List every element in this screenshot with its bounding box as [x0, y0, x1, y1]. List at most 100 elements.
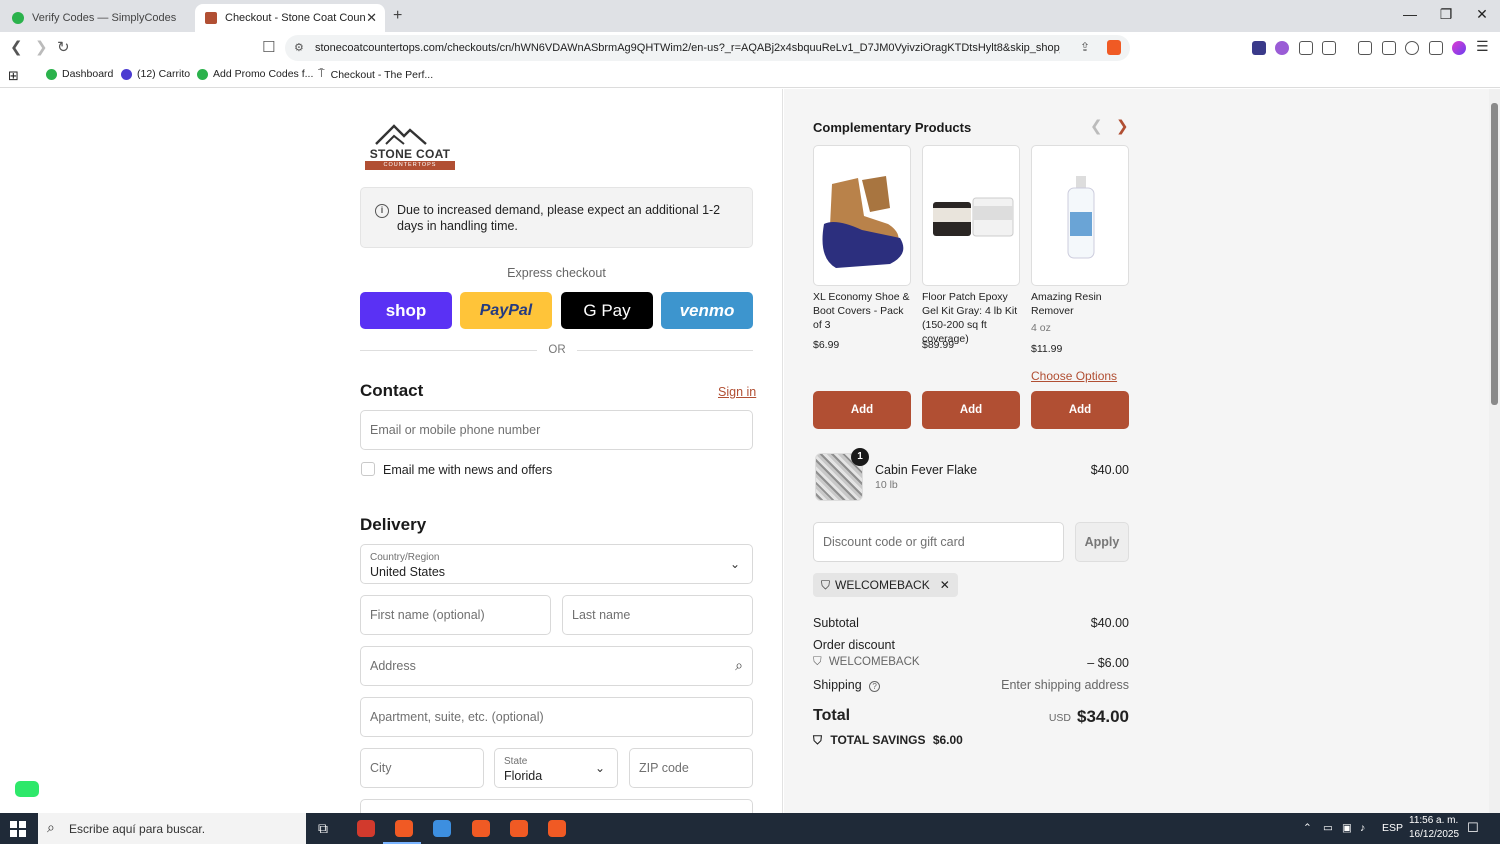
- discount-value: – $6.00: [1087, 656, 1129, 670]
- wallet-icon[interactable]: [1382, 41, 1396, 55]
- puzzle-icon[interactable]: [1299, 41, 1313, 55]
- newsletter-checkbox[interactable]: [361, 462, 375, 476]
- carousel-next-icon[interactable]: ❯: [1116, 117, 1129, 135]
- state-select[interactable]: State Florida ⌄: [494, 748, 618, 788]
- country-select[interactable]: Country/Region United States ⌄: [360, 544, 753, 584]
- bookmark-promo-codes[interactable]: Add Promo Codes f...: [197, 68, 313, 80]
- back-icon[interactable]: ❮: [10, 38, 23, 56]
- chat-widget-button[interactable]: [15, 781, 39, 797]
- phone-field[interactable]: [360, 799, 753, 813]
- mountain-logo-icon: [375, 124, 427, 145]
- apps-grid-icon[interactable]: ⊞: [8, 68, 19, 84]
- remove-discount-icon[interactable]: ✕: [940, 578, 950, 592]
- address-field[interactable]: ⌕: [360, 646, 753, 686]
- taskbar-search[interactable]: ⌕ Escribe aquí para buscar.: [38, 813, 306, 844]
- app-icon[interactable]: [433, 820, 451, 837]
- first-name-field[interactable]: [360, 595, 551, 635]
- last-name-input[interactable]: [563, 596, 752, 634]
- brave-icon[interactable]: [510, 820, 528, 837]
- zip-field[interactable]: [629, 748, 753, 788]
- page-scrollbar[interactable]: [1489, 89, 1500, 813]
- tray-expand-icon[interactable]: ⌃: [1303, 822, 1312, 834]
- language-indicator[interactable]: ESP: [1382, 822, 1403, 834]
- last-name-field[interactable]: [562, 595, 753, 635]
- stonecoat-logo[interactable]: STONE COAT COUNTERTOPS: [364, 122, 456, 172]
- bookmark-carrito[interactable]: (12) Carrito: [121, 68, 190, 80]
- windows-start-icon[interactable]: [10, 821, 26, 837]
- discount-field[interactable]: [813, 522, 1064, 562]
- google-pay-button[interactable]: G Pay: [561, 292, 653, 329]
- menu-icon[interactable]: ☰: [1476, 38, 1489, 55]
- scrollbar-thumb[interactable]: [1491, 103, 1498, 405]
- search-placeholder: Escribe aquí para buscar.: [69, 822, 206, 836]
- google-pay-label: G Pay: [583, 300, 631, 320]
- discount-input[interactable]: [814, 523, 1063, 561]
- sidebar-icon[interactable]: [1358, 41, 1372, 55]
- task-view-icon[interactable]: ⧉: [318, 820, 328, 837]
- cart-item-name: Cabin Fever Flake: [875, 463, 978, 477]
- brave-icon[interactable]: [548, 820, 566, 837]
- venmo-button[interactable]: venmo: [661, 292, 753, 329]
- applied-discount-tag: ⛉ WELCOMEBACK ✕: [813, 573, 958, 597]
- apply-button[interactable]: Apply: [1075, 522, 1129, 562]
- venmo-label: venmo: [679, 300, 735, 320]
- notifications-icon[interactable]: ☐: [1467, 820, 1479, 836]
- add-button[interactable]: Add: [922, 391, 1020, 429]
- minimize-icon[interactable]: —: [1400, 6, 1420, 22]
- product-card[interactable]: [1031, 145, 1129, 286]
- close-window-icon[interactable]: ✕: [1472, 6, 1492, 23]
- extension-icon[interactable]: [1252, 41, 1266, 55]
- site-info-icon[interactable]: ⚙: [294, 41, 304, 54]
- restore-icon[interactable]: ❐: [1436, 6, 1456, 23]
- paypal-button[interactable]: PayPal: [460, 292, 552, 329]
- brave-icon[interactable]: [395, 820, 413, 837]
- reload-icon[interactable]: ↻: [57, 38, 70, 56]
- brave-icon[interactable]: [472, 820, 490, 837]
- simplycodes-icon: [46, 68, 57, 80]
- product-card[interactable]: [813, 145, 911, 286]
- shop-pay-button[interactable]: shop: [360, 292, 452, 329]
- brave-shields-icon[interactable]: [1107, 40, 1121, 55]
- leo-ai-icon[interactable]: [1405, 41, 1419, 55]
- address-input[interactable]: [361, 647, 752, 685]
- bookmark-checkout[interactable]: ⍑ Checkout - The Perf...: [318, 68, 433, 81]
- bookmark-icon[interactable]: ☐: [262, 38, 275, 56]
- new-tab-icon[interactable]: +: [393, 7, 402, 25]
- app-icon[interactable]: [357, 820, 375, 837]
- product-card[interactable]: [922, 145, 1020, 286]
- email-field[interactable]: [360, 410, 753, 450]
- help-icon[interactable]: ?: [869, 681, 881, 692]
- email-input[interactable]: [361, 411, 752, 449]
- bookmark-label: Add Promo Codes f...: [213, 68, 314, 80]
- total-row: Total USD $34.00: [813, 707, 1129, 729]
- clock-time[interactable]: 11:56 a. m.: [1409, 815, 1458, 826]
- media-icon[interactable]: [1322, 41, 1336, 55]
- clock-date[interactable]: 16/12/2025: [1409, 829, 1459, 840]
- city-input[interactable]: [361, 749, 483, 787]
- add-button[interactable]: Add: [813, 391, 911, 429]
- apartment-input[interactable]: [361, 698, 752, 736]
- close-tab-icon[interactable]: ✕: [366, 10, 377, 26]
- profile-avatar[interactable]: [1452, 41, 1466, 55]
- city-field[interactable]: [360, 748, 484, 788]
- zip-input[interactable]: [630, 749, 752, 787]
- extension-icon[interactable]: [1275, 41, 1289, 55]
- vpn-shield-icon[interactable]: [1429, 41, 1443, 55]
- logo-text: STONE COAT: [369, 147, 451, 161]
- tab-verify-codes[interactable]: Verify Codes — SimplyCodes: [2, 4, 192, 32]
- display-icon[interactable]: ▣: [1342, 822, 1352, 834]
- sign-in-link[interactable]: Sign in: [718, 385, 756, 399]
- apartment-field[interactable]: [360, 697, 753, 737]
- share-icon[interactable]: ⇪: [1080, 40, 1090, 54]
- carousel-prev-icon[interactable]: ❮: [1090, 117, 1103, 135]
- network-icon[interactable]: ▭: [1323, 822, 1333, 834]
- first-name-input[interactable]: [361, 596, 550, 634]
- bookmark-dashboard[interactable]: Dashboard: [46, 68, 113, 80]
- add-button[interactable]: Add: [1031, 391, 1129, 429]
- choose-options-link[interactable]: Choose Options: [1031, 369, 1117, 383]
- volume-icon[interactable]: ♪: [1360, 822, 1365, 834]
- tag-icon: ⛉: [813, 656, 822, 668]
- address-bar[interactable]: ⚙ stonecoatcountertops.com/checkouts/cn/…: [285, 35, 1130, 61]
- tab-checkout[interactable]: Checkout - Stone Coat Counterto ✕: [195, 4, 385, 32]
- forward-icon[interactable]: ❯: [35, 38, 48, 56]
